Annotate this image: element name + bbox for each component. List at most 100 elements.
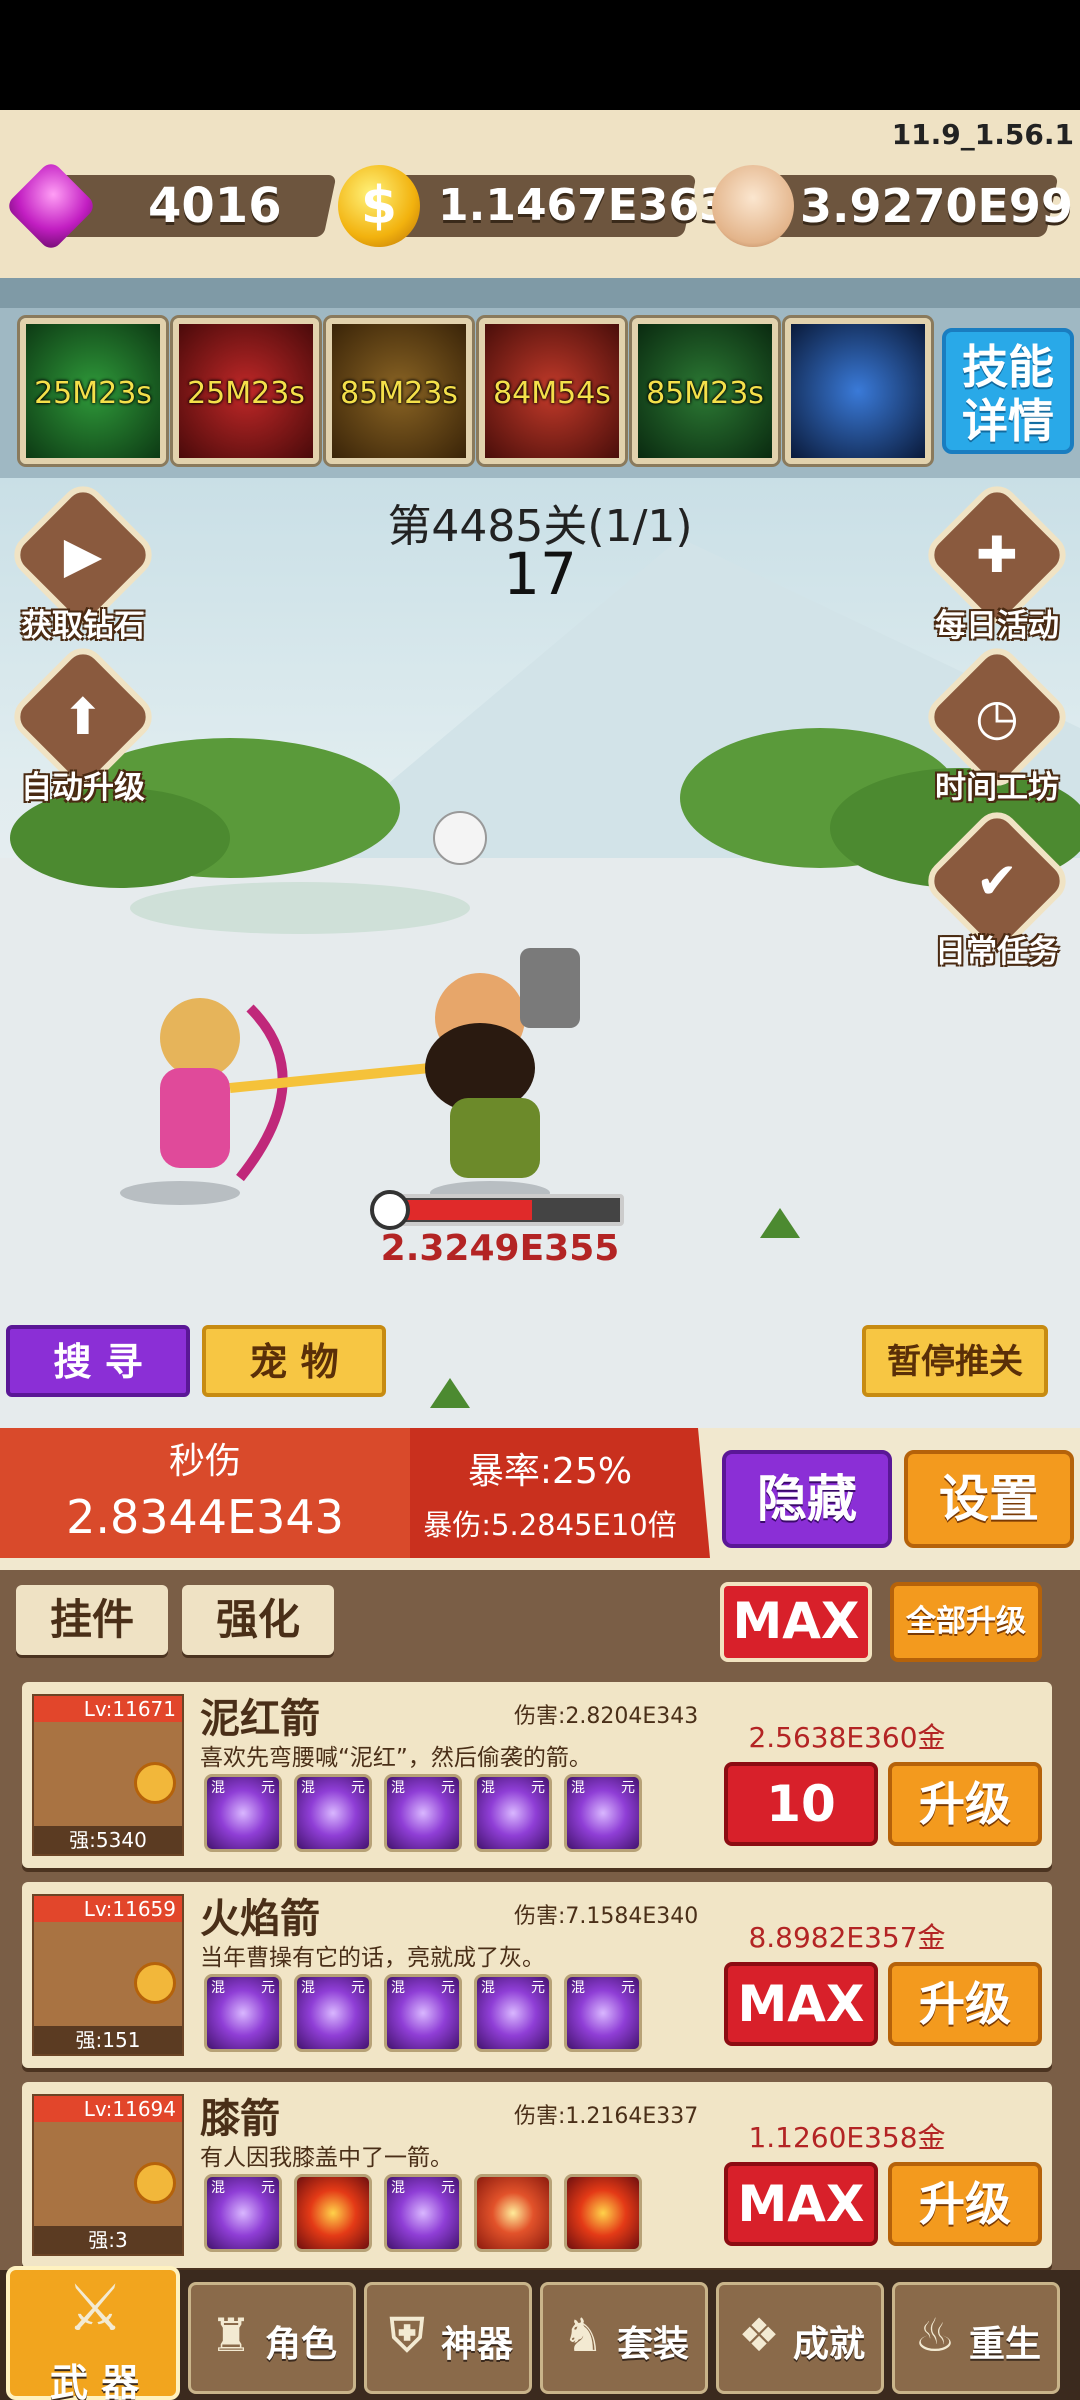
weapon-strength: 强:151 (34, 2026, 182, 2054)
buff-slot-3[interactable]: 85M23s (326, 318, 472, 464)
weapon-strength: 强:5340 (34, 1826, 182, 1854)
nav-achievement[interactable]: ❖ 成就 (716, 2282, 884, 2394)
buff-slot-4[interactable]: 84M54s (479, 318, 625, 464)
upgrade-button[interactable]: 升级 (888, 1962, 1042, 2046)
slot-tag: 混 (571, 1780, 585, 1796)
taiji-skill-icon[interactable]: 混元 (474, 1774, 552, 1852)
weapon-description: 当年曹操有它的话，亮就成了灰。 (200, 1945, 545, 1971)
pause-stage-button[interactable]: 暂停推关 (862, 1325, 1048, 1397)
snow-patch (130, 882, 470, 934)
buff-slot-2[interactable]: 25M23s (173, 318, 319, 464)
daily-tasks-button[interactable]: ✔ 日常任务 (919, 803, 1075, 970)
buff-slot-1[interactable]: 25M23s (20, 318, 166, 464)
upgrade-quantity-button[interactable]: 10 (724, 1762, 878, 1846)
fire-skill-icon[interactable] (294, 2174, 372, 2252)
weapon-description: 有人因我膝盖中了一箭。 (200, 2145, 453, 2171)
gift-icon: ✚ (976, 526, 1018, 584)
buff-slot-6[interactable] (785, 318, 931, 464)
taiji-skill-icon[interactable]: 混元 (294, 1774, 372, 1852)
daily-event-button[interactable]: ✚ 每日活动 (919, 477, 1075, 644)
weapon-name: 膝箭 (200, 2096, 280, 2142)
nav-role[interactable]: ♜ 角色 (188, 2282, 356, 2394)
upgrade-quantity-button[interactable]: MAX (724, 2162, 878, 2246)
slot-tag: 混 (391, 1980, 405, 1996)
weapon-thumbnail[interactable]: Lv:11694 强:3 (32, 2094, 184, 2256)
buff-timer: 84M54s (493, 376, 611, 411)
weapon-price: 8.8982E357金 (748, 1921, 946, 1954)
weapon-level: Lv:11659 (34, 1896, 182, 1922)
weapon-row: Lv:11659 强:151 火焰箭 伤害:7.1584E340 当年曹操有它的话，亮就… (22, 1882, 1052, 2068)
armor-icon: ♞ (562, 2308, 604, 2362)
nav-role-label: 角色 (265, 2324, 338, 2365)
upgrade-button[interactable]: 升级 (888, 2162, 1042, 2246)
weapon-thumbnail[interactable]: Lv:11659 强:151 (32, 1894, 184, 2056)
slot-tag: 混 (571, 1980, 585, 1996)
crossed-swords-icon: ⚔ (66, 2272, 124, 2346)
tab-enhance[interactable]: 强化 (182, 1585, 334, 1655)
taiji-skill-icon[interactable]: 混元 (384, 1774, 462, 1852)
buff-timer: 85M23s (340, 376, 458, 411)
version-label: 11.9_1.56.1 (891, 118, 1074, 151)
hide-button[interactable]: 隐藏 (722, 1450, 892, 1548)
daily-event-label: 每日活动 (935, 608, 1059, 644)
taiji-skill-icon[interactable]: 混元 (564, 1774, 642, 1852)
get-diamonds-label: 获取钻石 (21, 608, 145, 644)
enemy-hp-bar (374, 1194, 624, 1226)
nav-artifact[interactable]: ⛨ 神器 (364, 2282, 532, 2394)
taiji-skill-icon[interactable]: 混元 (384, 2174, 462, 2252)
daily-tasks-label: 日常任务 (935, 934, 1059, 970)
weapon-level: Lv:11694 (34, 2096, 182, 2122)
slot-tag: 混 (391, 1780, 405, 1796)
upgrade-button[interactable]: 升级 (888, 1762, 1042, 1846)
up-arrow-icon: ⬆ (62, 688, 104, 746)
enemy-hammer (520, 948, 580, 1028)
crit-damage: 暴伤:5.2845E10倍 (423, 1508, 677, 1542)
settings-button[interactable]: 设置 (904, 1450, 1074, 1548)
pet-button[interactable]: 宠 物 (202, 1325, 386, 1397)
upgrade-all-button[interactable]: 全部升级 (890, 1582, 1042, 1662)
nav-set[interactable]: ♞ 套装 (540, 2282, 708, 2394)
taiji-skill-icon[interactable]: 混元 (564, 1974, 642, 2052)
get-diamonds-button[interactable]: ▶ 获取钻石 (5, 477, 161, 644)
tab-pendant[interactable]: 挂件 (16, 1585, 168, 1655)
winged-shield-icon: ⛨ (389, 2308, 425, 2362)
slot-tag: 元 (621, 1980, 635, 1996)
weapon-row: Lv:11694 强:3 膝箭 伤害:1.2164E337 有人因我膝盖中了一箭。 1.1… (22, 2082, 1052, 2268)
taiji-skill-icon[interactable]: 混元 (384, 1974, 462, 2052)
weapon-damage: 伤害:2.8204E343 (514, 1704, 699, 1729)
buff-slot-5[interactable]: 85M23s (632, 318, 778, 464)
slot-tag: 混 (211, 1780, 225, 1796)
weapon-price: 1.1260E358金 (748, 2121, 946, 2154)
buff-timer: 85M23s (646, 376, 764, 411)
slot-tag: 元 (261, 1780, 275, 1796)
skill-details-button[interactable]: 技能详情 (942, 328, 1074, 454)
taiji-skill-icon[interactable]: 混元 (474, 1974, 552, 2052)
taiji-skill-icon[interactable]: 混元 (204, 2174, 282, 2252)
header-band (0, 278, 1080, 308)
enemy-hp-fill (404, 1200, 532, 1220)
dps-label: 秒伤 (168, 1441, 241, 1482)
time-workshop-button[interactable]: ◷ 时间工坊 (919, 639, 1075, 806)
orb-skill-icon[interactable] (474, 2174, 552, 2252)
taiji-skill-icon[interactable]: 混元 (294, 1974, 372, 2052)
dps-value: 2.8344E343 (66, 1490, 344, 1544)
nav-weapon[interactable]: ⚔ 武 器 (6, 2266, 180, 2400)
crit-rate: 暴率:25% (467, 1451, 633, 1492)
slot-tag: 元 (351, 1780, 365, 1796)
stage-kill-count: 17 (503, 540, 577, 608)
nav-rebirth[interactable]: ♨ 重生 (892, 2282, 1060, 2394)
search-button[interactable]: 搜 寻 (6, 1325, 190, 1397)
weapon-thumbnail[interactable]: Lv:11671 强:5340 (32, 1694, 184, 1856)
weapon-damage: 伤害:7.1584E340 (514, 1904, 699, 1929)
slot-tag: 混 (481, 1980, 495, 1996)
archer-head (160, 998, 240, 1078)
fire-skill-icon[interactable] (564, 2174, 642, 2252)
auto-upgrade-button[interactable]: ⬆ 自动升级 (5, 639, 161, 806)
slot-tag: 混 (211, 1980, 225, 1996)
taiji-skill-icon[interactable]: 混元 (204, 1974, 282, 2052)
upgrade-quantity-button[interactable]: MAX (724, 1962, 878, 2046)
slot-tag: 元 (261, 1980, 275, 1996)
weapon-name: 泥红箭 (200, 1696, 320, 1742)
max-quantity-button[interactable]: MAX (720, 1582, 872, 1662)
taiji-skill-icon[interactable]: 混元 (204, 1774, 282, 1852)
